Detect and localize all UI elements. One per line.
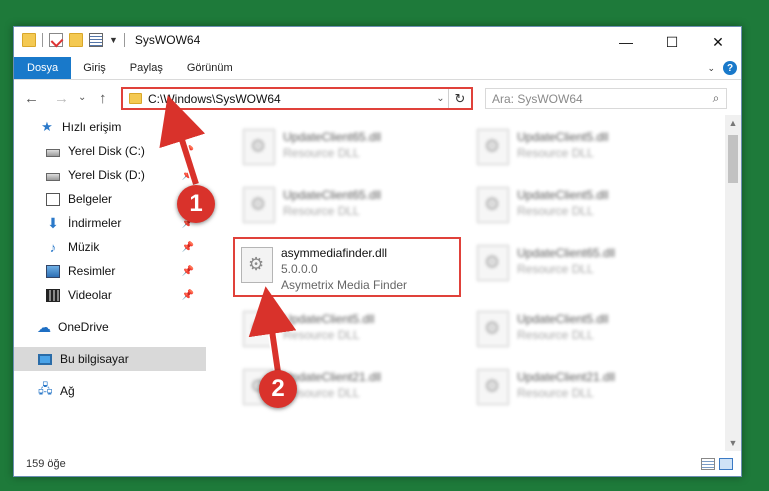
- callout-badge-2: 2: [259, 370, 297, 408]
- annotation-arrows: [159, 95, 297, 373]
- callout-badge-1: 1: [177, 185, 215, 223]
- arrow-1: [159, 95, 206, 185]
